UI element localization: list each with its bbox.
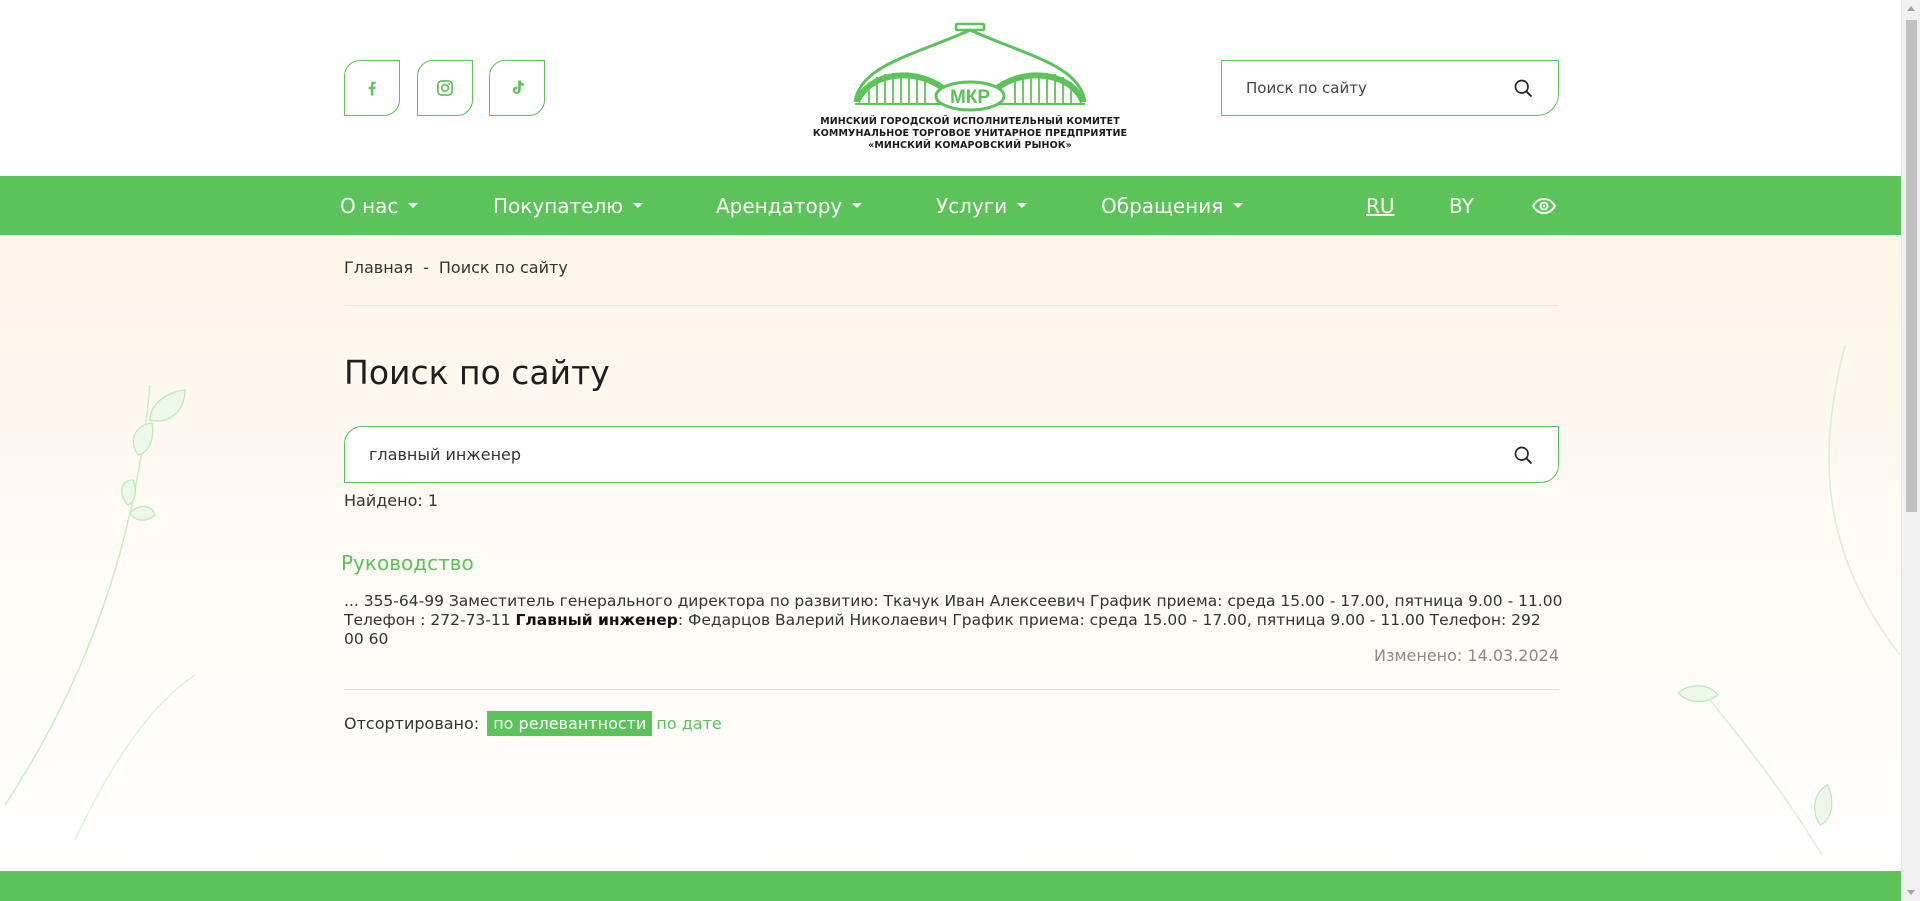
header-search-input[interactable] (1246, 79, 1512, 97)
breadcrumb: Главная - Поиск по сайту (344, 258, 568, 277)
result-snippet: ... 355-64-99 Заместитель генерального д… (344, 592, 1564, 649)
divider (344, 305, 1559, 306)
logo-line-1: МИНСКИЙ ГОРОДСКОЙ ИСПОЛНИТЕЛЬНЫЙ КОМИТЕТ (820, 116, 1120, 127)
scroll-thumb[interactable] (1906, 20, 1917, 512)
scroll-down-icon[interactable] (1907, 890, 1915, 895)
nav-item-buyer[interactable]: Покупателю (493, 176, 644, 235)
search-icon[interactable] (1512, 77, 1534, 99)
facebook-link[interactable] (344, 60, 400, 116)
modified-date: Изменено: 14.03.2024 (1373, 646, 1559, 665)
accessibility-toggle[interactable] (1531, 176, 1557, 235)
caret-down-icon (1017, 203, 1028, 208)
sort-controls: Отсортировано: по релевантности по дате (344, 711, 722, 736)
caret-down-icon (408, 203, 419, 208)
page-title: Поиск по сайту (344, 353, 610, 392)
caret-down-icon (1233, 203, 1244, 208)
nav-item-services[interactable]: Услуги (936, 176, 1028, 235)
logo-line-2: КОММУНАЛЬНОЕ ТОРГОВОЕ УНИТАРНОЕ ПРЕДПРИЯ… (812, 128, 1128, 139)
nav-item-label: Покупателю (493, 193, 624, 218)
nav-item-label: О нас (340, 193, 399, 218)
instagram-link[interactable] (417, 60, 473, 116)
site-logo[interactable]: МКР МИНСКИЙ ГОРОДСКОЙ ИСПОЛНИТЕЛЬНЫЙ КОМ… (800, 20, 1140, 160)
nav-item-about[interactable]: О нас (340, 176, 419, 235)
scroll-up-icon[interactable] (1907, 6, 1915, 11)
lang-ru[interactable]: RU (1366, 176, 1395, 235)
leaf-decoration-right (1677, 345, 1901, 856)
caret-down-icon (633, 203, 644, 208)
main-nav: О нас Покупателю Арендатору Услуги Обращ… (0, 176, 1901, 235)
logo-abbr: МКР (950, 87, 990, 108)
nav-item-label: Обращения (1101, 193, 1224, 218)
lang-by[interactable]: BY (1449, 176, 1474, 235)
nav-item-appeals[interactable]: Обращения (1101, 176, 1244, 235)
tiktok-link[interactable] (489, 60, 545, 116)
header-search (1221, 60, 1559, 116)
nav-item-tenant[interactable]: Арендатору (716, 176, 863, 235)
search-input[interactable] (369, 445, 1512, 464)
site-header: МКР МИНСКИЙ ГОРОДСКОЙ ИСПОЛНИТЕЛЬНЫЙ КОМ… (0, 0, 1901, 176)
main-content: Главная - Поиск по сайту Поиск по сайту … (0, 235, 1901, 871)
scrollbar[interactable] (1901, 0, 1920, 901)
sort-by-relevance[interactable]: по релевантности (487, 711, 653, 736)
snippet-highlight: Главный инженер (515, 611, 678, 629)
tiktok-icon (512, 80, 524, 94)
search-box (344, 426, 1559, 483)
breadcrumb-home[interactable]: Главная (344, 258, 413, 277)
site-footer (0, 871, 1901, 901)
instagram-icon (437, 80, 453, 96)
logo-line-3: «МИНСКИЙ КОМАРОВСКИЙ РЫНОК» (868, 140, 1072, 151)
results-count: Найдено: 1 (344, 491, 439, 510)
nav-item-label: Услуги (936, 193, 1008, 218)
facebook-icon (368, 81, 376, 96)
nav-item-label: Арендатору (716, 193, 843, 218)
leaf-decoration-left (4, 384, 196, 841)
market-building-logo: МКР (853, 22, 1087, 112)
search-icon[interactable] (1512, 444, 1534, 466)
divider (344, 689, 1559, 690)
caret-down-icon (852, 203, 863, 208)
breadcrumb-separator: - (423, 258, 429, 277)
result-title-link[interactable]: Руководство (341, 551, 474, 575)
eye-icon (1532, 197, 1556, 214)
sort-by-date[interactable]: по дате (656, 714, 721, 733)
sort-label: Отсортировано: (344, 714, 480, 733)
breadcrumb-current: Поиск по сайту (438, 258, 568, 277)
